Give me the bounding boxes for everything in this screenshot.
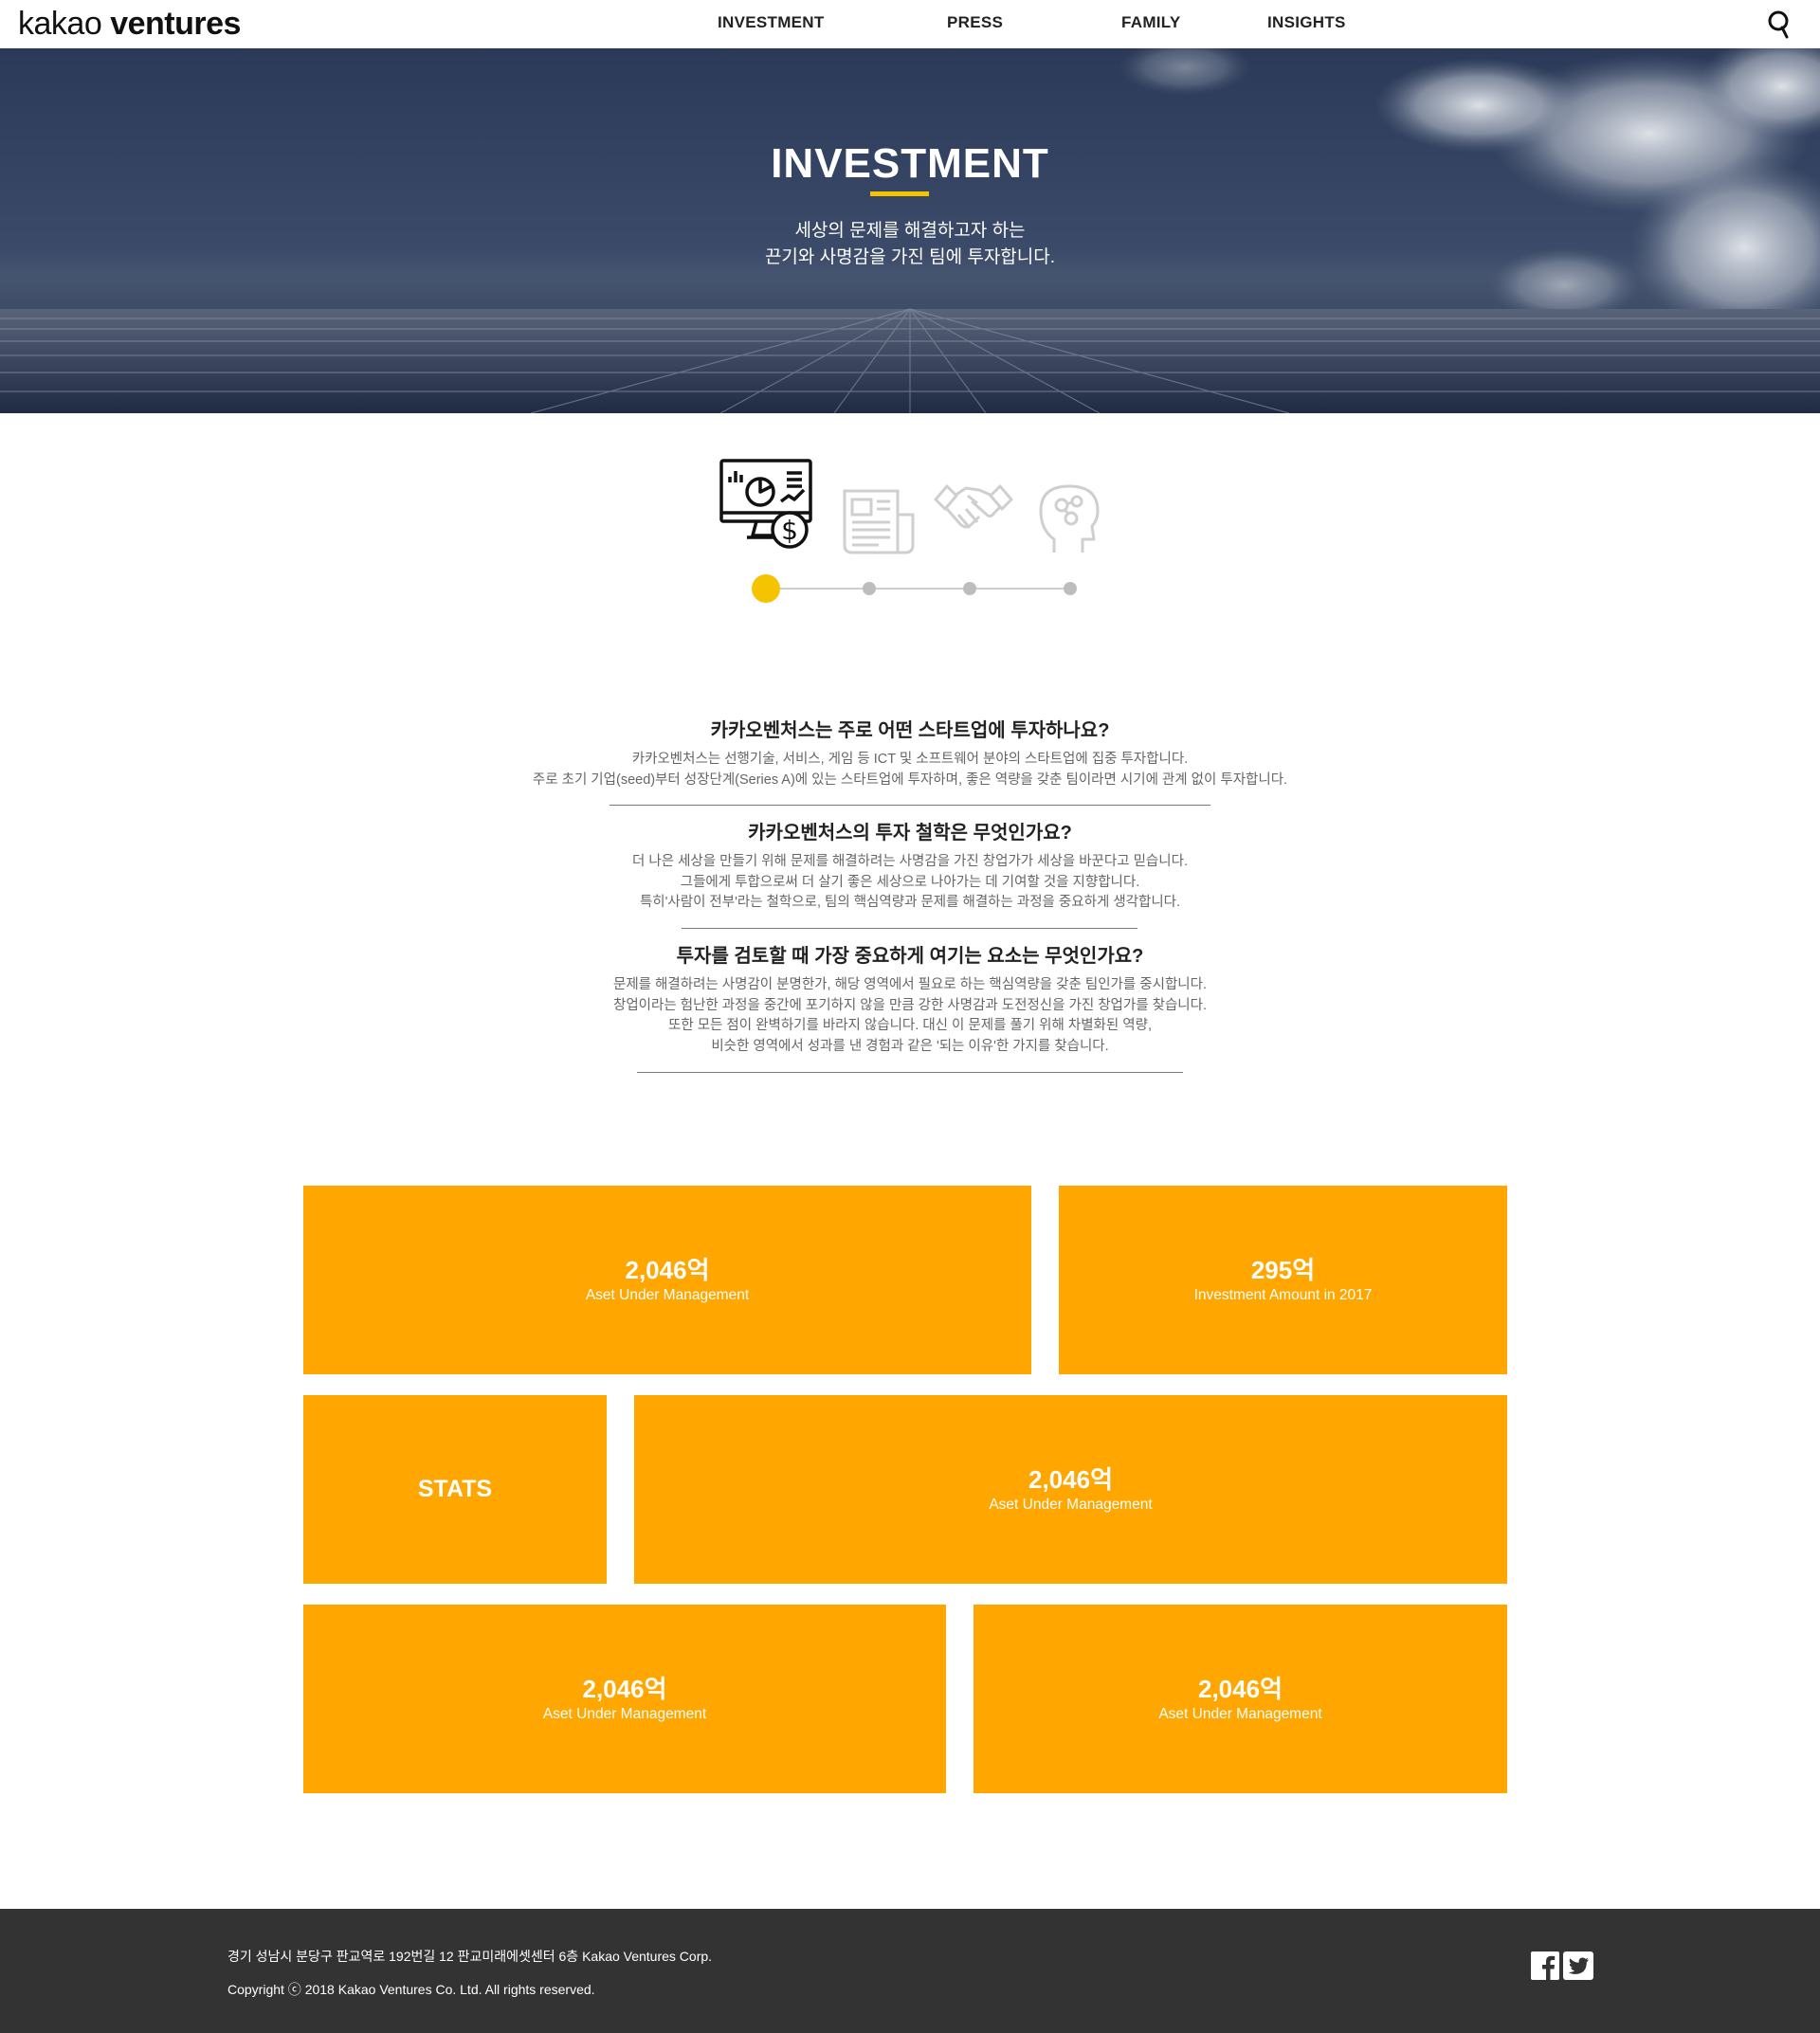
stat-value: 2,046억 bbox=[625, 1256, 710, 1284]
hero-title: INVESTMENT bbox=[771, 140, 1049, 187]
step-dot-3[interactable] bbox=[963, 582, 976, 595]
hero-banner: INVESTMENT 세상의 문제를 해결하고자 하는 끈기와 사명감을 가진 … bbox=[0, 48, 1820, 413]
search-icon[interactable] bbox=[1767, 9, 1793, 40]
faq-divider bbox=[637, 1072, 1183, 1073]
stat-value: 2,046억 bbox=[1198, 1675, 1283, 1703]
faq-answer-2: 더 나은 세상을 만들기 위해 문제를 해결하려는 사명감을 가진 창업가가 세… bbox=[0, 852, 1820, 914]
stat-label: Investment Amount in 2017 bbox=[1193, 1287, 1373, 1303]
faq-answer-3-line: 또한 모든 점이 완벽하기를 바라지 않습니다. 대신 이 문제를 풀기 위해 … bbox=[668, 1018, 1152, 1033]
investment-monitor-icon[interactable]: $ bbox=[719, 458, 815, 556]
faq-answer-2-line: 특히'사람이 전부'라는 철학으로, 팀의 핵심역량과 문제를 해결하는 과정을… bbox=[639, 895, 1181, 910]
faq-question-1: 카카오벤처스는 주로 어떤 스타트업에 투자하나요? bbox=[710, 720, 1110, 741]
faq-answer-3-line: 비슷한 영역에서 성과를 낸 경험과 같은 '되는 이유'한 가지를 찾습니다. bbox=[711, 1038, 1109, 1054]
stat-value: 2,046억 bbox=[582, 1675, 667, 1703]
logo-bold-text: ventures bbox=[110, 6, 241, 42]
stat-value: 295억 bbox=[1250, 1256, 1316, 1284]
faq-question-2: 카카오벤처스의 투자 철학은 무엇인가요? bbox=[748, 823, 1072, 844]
hero-subtitle-line1: 세상의 문제를 해결하고자 하는 bbox=[794, 221, 1026, 241]
faq-divider bbox=[610, 805, 1210, 806]
faq-question-3: 투자를 검토할 때 가장 중요하게 여기는 요소는 무엇인가요? bbox=[676, 946, 1144, 967]
hero-title-underline bbox=[870, 191, 929, 196]
stat-label: Aset Under Management bbox=[989, 1497, 1153, 1513]
site-header: kakao ventures INVESTMENT PRESS FAMILY I… bbox=[0, 0, 1820, 48]
faq-answer-1-line: 주로 초기 기업(seed)부터 성장단계(Series A)에 있는 스타트업… bbox=[532, 771, 1288, 788]
step-progress-line bbox=[779, 588, 1071, 590]
stat-tile-aum: 2,046억 Aset Under Management bbox=[974, 1605, 1507, 1793]
stats-heading: STATS bbox=[417, 1476, 493, 1502]
faq-answer-3-line: 문제를 해결하려는 사명감이 분명한가, 해당 영역에서 필요로 하는 핵심역량… bbox=[613, 977, 1207, 992]
nav-investment[interactable]: INVESTMENT bbox=[718, 13, 825, 32]
faq-divider bbox=[682, 928, 1138, 929]
stat-value: 2,046억 bbox=[1028, 1465, 1113, 1494]
faq-answer-1-line: 카카오벤처스는 선행기술, 서비스, 게임 등 ICT 및 소프트웨어 분야의 … bbox=[631, 752, 1189, 767]
head-network-icon[interactable] bbox=[1037, 458, 1101, 556]
svg-text:$: $ bbox=[781, 515, 798, 546]
nav-press[interactable]: PRESS bbox=[947, 13, 1003, 32]
facebook-icon[interactable] bbox=[1531, 1951, 1559, 1980]
nav-insights[interactable]: INSIGHTS bbox=[1267, 13, 1346, 32]
hero-subtitle-line2: 끈기와 사명감을 가진 팀에 투자합니다. bbox=[764, 247, 1056, 267]
stat-tile-aum: 2,046억 Aset Under Management bbox=[634, 1395, 1507, 1584]
handshake-icon[interactable] bbox=[934, 458, 1013, 556]
stat-tile-title: STATS bbox=[303, 1395, 607, 1584]
stat-tile-aum: 2,046억 Aset Under Management bbox=[303, 1186, 1031, 1374]
stat-label: Aset Under Management bbox=[585, 1287, 750, 1303]
footer-address: 경기 성남시 분당구 판교역로 192번길 12 판교미래에셋센터 6층 Kak… bbox=[228, 1949, 713, 1964]
nav-family[interactable]: FAMILY bbox=[1121, 13, 1181, 32]
logo-light-text: kakao bbox=[18, 6, 102, 42]
stat-tile-aum: 2,046억 Aset Under Management bbox=[303, 1605, 946, 1793]
faq-answer-1: 카카오벤처스는 선행기술, 서비스, 게임 등 ICT 및 소프트웨어 분야의 … bbox=[0, 750, 1820, 790]
logo[interactable]: kakao ventures bbox=[18, 4, 241, 44]
faq-answer-3-line: 창업이라는 험난한 과정을 중간에 포기하지 않을 만큼 강한 사명감과 도전정… bbox=[613, 997, 1207, 1013]
twitter-icon[interactable] bbox=[1563, 1951, 1593, 1980]
step-dot-4[interactable] bbox=[1064, 582, 1077, 595]
stat-label: Aset Under Management bbox=[542, 1706, 707, 1722]
footer-copyright: Copyright ⓒ 2018 Kakao Ventures Co. Ltd.… bbox=[228, 1982, 595, 1997]
faq-answer-2-line: 그들에게 투합으로써 더 살기 좋은 세상으로 나아가는 데 기여할 것을 지향… bbox=[680, 874, 1140, 890]
faq-answer-3: 문제를 해결하려는 사명감이 분명한가, 해당 영역에서 필요로 하는 핵심역량… bbox=[0, 975, 1820, 1057]
step-dot-2[interactable] bbox=[863, 582, 876, 595]
step-dot-1[interactable] bbox=[752, 574, 780, 603]
stat-label: Aset Under Management bbox=[1158, 1706, 1322, 1722]
stat-tile-investment-2017: 295억 Investment Amount in 2017 bbox=[1059, 1186, 1507, 1374]
newspaper-icon[interactable] bbox=[841, 458, 917, 556]
faq-answer-2-line: 더 나은 세상을 만들기 위해 문제를 해결하려는 사명감을 가진 창업가가 세… bbox=[632, 854, 1188, 869]
